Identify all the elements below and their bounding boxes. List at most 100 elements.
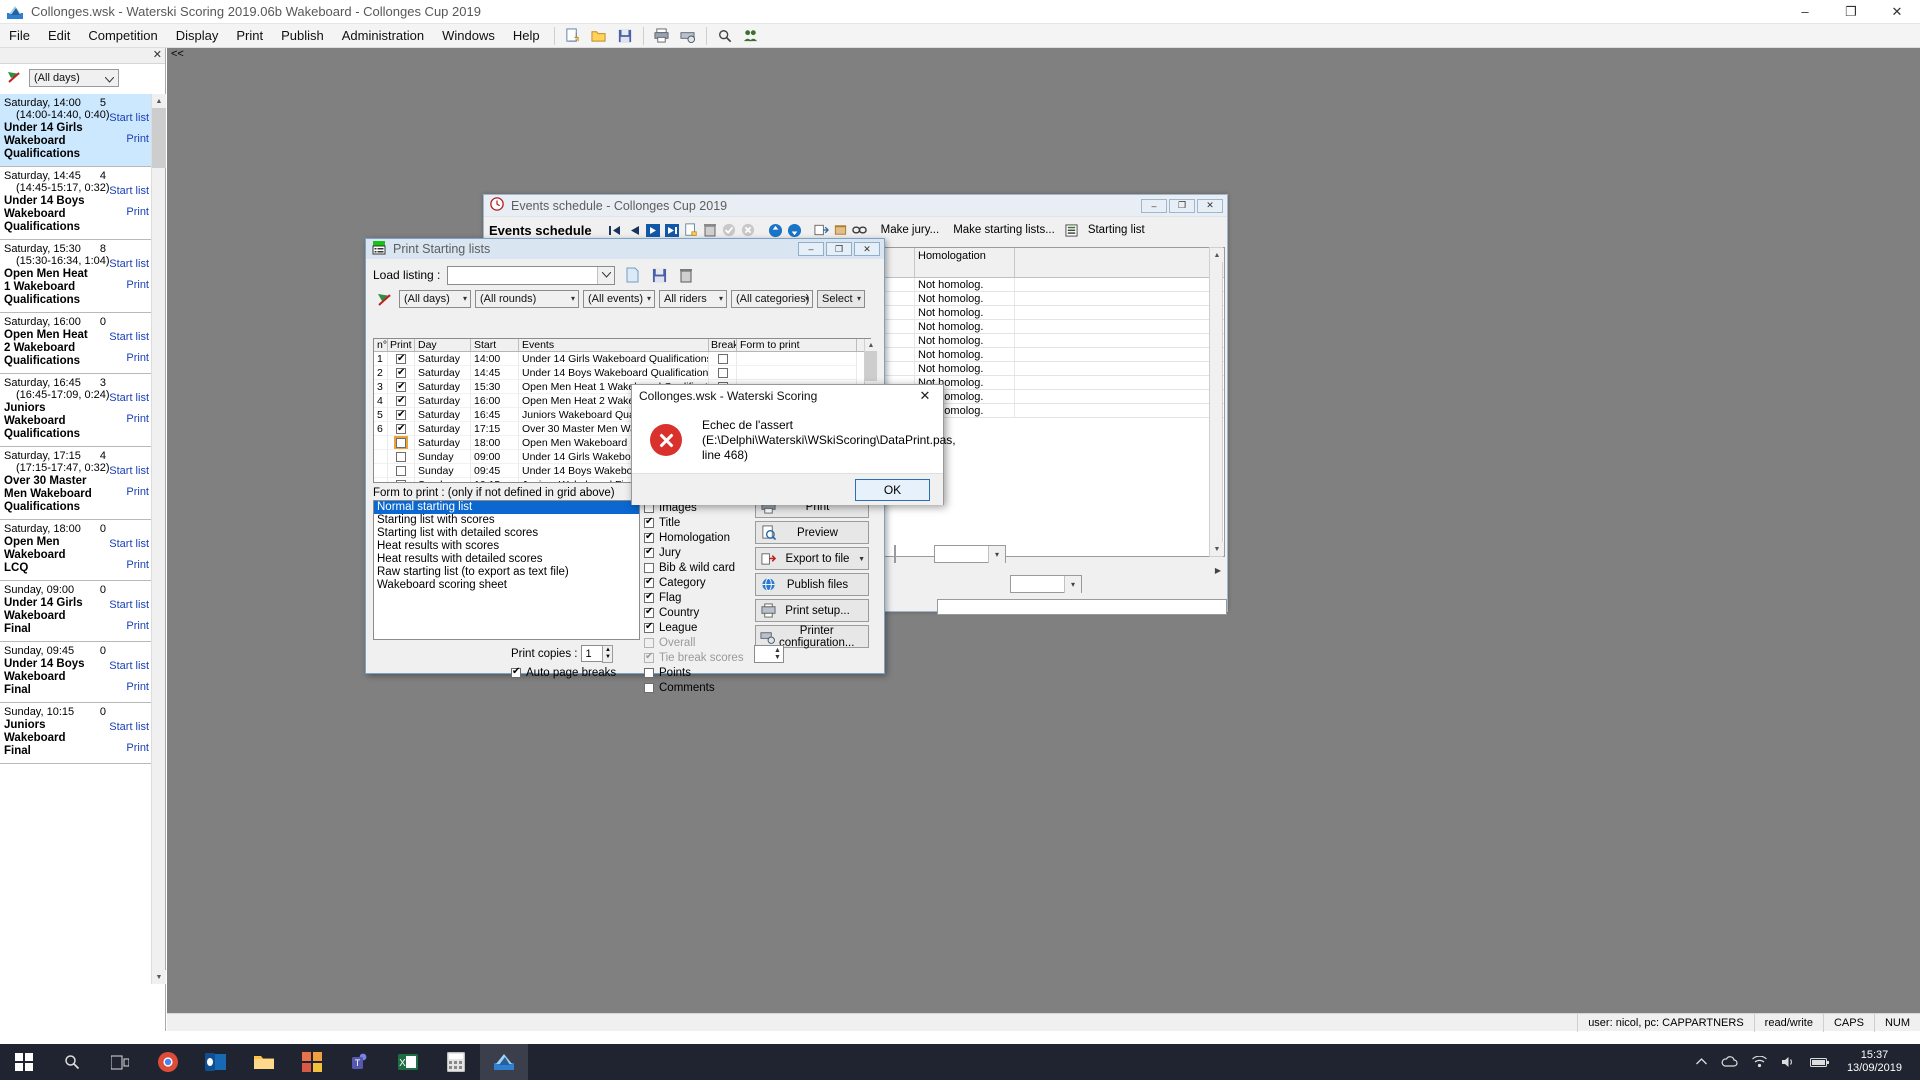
page-count-stepper[interactable]: ▲ ▼ xyxy=(754,645,784,663)
taskbar-app-teams-icon[interactable]: T xyxy=(336,1044,384,1080)
minimize-button[interactable]: – xyxy=(1782,0,1828,24)
event-card[interactable]: Saturday, 15:30 8 (15:30-16:34, 1:04) Open … xyxy=(0,240,152,313)
next-record-icon[interactable] xyxy=(645,222,662,239)
es-scroll-down-icon[interactable]: ▼ xyxy=(1210,542,1224,556)
print-checkbox[interactable] xyxy=(396,408,406,421)
download-icon[interactable] xyxy=(786,222,803,239)
link-icon[interactable] xyxy=(851,222,868,239)
footer-combo-1[interactable]: ▾ xyxy=(934,545,1006,563)
taskbar-app-file-explorer-icon[interactable] xyxy=(240,1044,288,1080)
break-checkbox[interactable] xyxy=(717,367,728,378)
event-card[interactable]: Sunday, 09:45 0 Under 14 Boys Wakeboard Fi… xyxy=(0,642,152,703)
menu-publish[interactable]: Publish xyxy=(272,25,333,46)
footer-combo-2[interactable]: ▾ xyxy=(1010,575,1082,593)
refresh-icon[interactable] xyxy=(767,222,784,239)
option-checkbox[interactable] xyxy=(644,546,654,558)
auto-page-breaks-row[interactable]: Auto page breaks xyxy=(511,666,616,679)
list-item[interactable]: Starting list with detailed scores xyxy=(374,527,639,540)
pd-minimize-button[interactable]: – xyxy=(798,242,824,256)
events-schedule-vscrollbar[interactable]: ▲ ▼ xyxy=(1209,247,1224,557)
windows-start-icon[interactable] xyxy=(0,1044,48,1080)
restore-marker[interactable]: << xyxy=(171,48,184,60)
pg-scroll-up-icon[interactable]: ▲ xyxy=(865,339,877,351)
event-card[interactable]: Saturday, 14:45 4 (14:45-15:17, 0:32) Under… xyxy=(0,167,152,240)
new-doc-icon[interactable] xyxy=(561,25,585,47)
spinner-arrows-icon[interactable]: ▲ ▼ xyxy=(774,647,781,661)
taskbar-app-excel-icon[interactable]: X xyxy=(384,1044,432,1080)
menu-administration[interactable]: Administration xyxy=(333,25,433,46)
footer-field-2[interactable] xyxy=(937,599,1227,615)
es-scroll-up-icon[interactable]: ▲ xyxy=(1210,248,1224,262)
taskbar-app-calculator-icon[interactable] xyxy=(432,1044,480,1080)
event-card-list[interactable]: Saturday, 14:00 5 (14:00-14:40, 0:40) Under… xyxy=(0,94,152,984)
start-list-link[interactable]: Start list xyxy=(109,660,149,672)
first-record-icon[interactable] xyxy=(607,222,624,239)
prev-record-icon[interactable] xyxy=(626,222,643,239)
start-list-link[interactable]: Start list xyxy=(109,538,149,550)
list-item[interactable]: Wakeboard scoring sheet xyxy=(374,579,639,592)
network-icon[interactable] xyxy=(1745,1044,1774,1080)
option-row[interactable]: Country xyxy=(644,605,754,620)
auto-page-breaks-checkbox[interactable] xyxy=(511,666,521,678)
error-ok-button[interactable]: OK xyxy=(855,478,930,501)
print-checkbox[interactable] xyxy=(396,380,406,393)
select-button[interactable]: Select ▾ xyxy=(817,290,865,308)
taskbar-app-waterski-scoring-icon[interactable] xyxy=(480,1044,528,1080)
starting-list-icon[interactable] xyxy=(1063,222,1080,239)
print-setup-button[interactable]: Print setup... xyxy=(755,599,869,622)
option-row[interactable]: Title xyxy=(644,515,754,530)
menu-display[interactable]: Display xyxy=(167,25,228,46)
save-listing-icon[interactable] xyxy=(649,265,669,285)
es-close-button[interactable]: ✕ xyxy=(1197,198,1223,213)
option-checkbox[interactable] xyxy=(644,591,654,603)
load-listing-combo[interactable] xyxy=(447,265,616,285)
filter-arrow-icon[interactable] xyxy=(373,292,395,307)
start-list-link[interactable]: Start list xyxy=(109,465,149,477)
start-list-link[interactable]: Start list xyxy=(109,185,149,197)
round-filter-combo[interactable]: (All rounds) ▾ xyxy=(475,290,579,308)
option-checkbox[interactable] xyxy=(644,606,654,618)
print-link[interactable]: Print xyxy=(109,681,149,693)
print-checkbox[interactable] xyxy=(396,451,406,462)
print-checkbox[interactable] xyxy=(396,479,406,482)
search-icon[interactable] xyxy=(48,1044,96,1080)
print-link[interactable]: Print xyxy=(109,620,149,632)
close-button[interactable]: ✕ xyxy=(1874,0,1920,24)
pd-maximize-button[interactable]: ❐ xyxy=(826,242,852,256)
print-icon[interactable] xyxy=(650,25,674,47)
start-list-link[interactable]: Start list xyxy=(109,392,149,404)
print-checkbox[interactable] xyxy=(396,394,406,407)
event-card[interactable]: Sunday, 10:15 0 Juniors Wakeboard Final Sta… xyxy=(0,703,152,764)
print-link[interactable]: Print xyxy=(109,206,149,218)
day-filter-combo[interactable]: (All days) ▾ xyxy=(399,290,471,308)
print-link[interactable]: Print xyxy=(109,742,149,754)
scroll-down-icon[interactable]: ▼ xyxy=(152,970,166,984)
maximize-button[interactable]: ❐ xyxy=(1828,0,1874,24)
event-card[interactable]: Saturday, 18:00 0 Open Men Wakeboard LCQ St… xyxy=(0,520,152,581)
option-row[interactable]: Points xyxy=(644,665,754,680)
break-checkbox[interactable] xyxy=(717,353,728,364)
menu-edit[interactable]: Edit xyxy=(39,25,79,46)
day-filter-combo[interactable]: (All days) xyxy=(29,69,119,87)
printer-setup-icon[interactable] xyxy=(676,25,700,47)
start-list-link[interactable]: Start list xyxy=(109,721,149,733)
print-copies-stepper[interactable]: 1 ▲ ▼ xyxy=(581,645,614,663)
option-row[interactable]: Category xyxy=(644,575,754,590)
event-card[interactable]: Sunday, 09:00 0 Under 14 Girls Wakeboard F… xyxy=(0,581,152,642)
filter-arrow-icon[interactable] xyxy=(6,70,22,87)
taskbar-app-chrome-icon[interactable] xyxy=(144,1044,192,1080)
scroll-up-icon[interactable]: ▲ xyxy=(152,94,166,108)
make-jury-button[interactable]: Make jury... xyxy=(881,224,940,236)
option-checkbox[interactable] xyxy=(644,562,654,573)
starting-list-button[interactable]: Starting list xyxy=(1088,224,1145,236)
pg-scrollbar-thumb[interactable] xyxy=(865,351,877,381)
chevron-down-icon[interactable] xyxy=(597,266,615,284)
volume-icon[interactable] xyxy=(1774,1044,1803,1080)
list-item[interactable]: Starting list with scores xyxy=(374,514,639,527)
list-item[interactable]: Normal starting list xyxy=(374,501,639,514)
export-icon[interactable] xyxy=(813,222,830,239)
print-checkbox[interactable] xyxy=(396,422,406,435)
save-icon[interactable] xyxy=(613,25,637,47)
print-link[interactable]: Print xyxy=(109,413,149,425)
import-icon[interactable] xyxy=(832,222,849,239)
